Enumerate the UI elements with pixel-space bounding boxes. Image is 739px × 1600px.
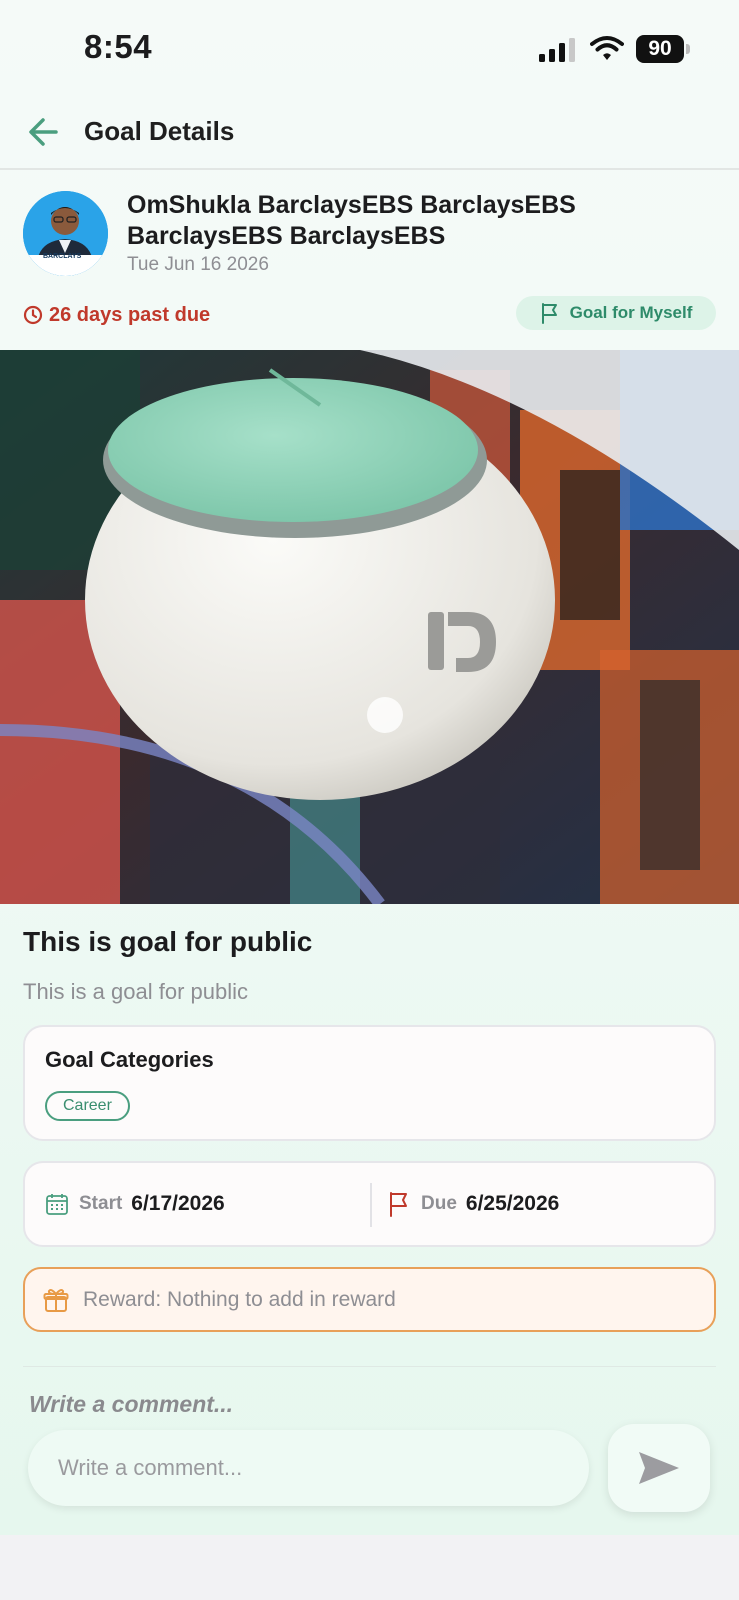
goal-type-badge: Goal for Myself	[516, 296, 716, 330]
past-due-label: 26 days past due	[49, 303, 211, 326]
avatar[interactable]: BARCLAYS	[23, 191, 108, 276]
send-comment-button[interactable]	[608, 1424, 710, 1512]
categories-title: Goal Categories	[45, 1047, 214, 1072]
app-header: Goal Details	[0, 100, 739, 170]
comment-input[interactable]	[28, 1430, 589, 1506]
category-chip-career: Career	[45, 1091, 130, 1121]
past-due-status: 26 days past due	[23, 300, 210, 330]
clock-icon	[23, 305, 43, 325]
start-label: Start	[79, 1193, 123, 1214]
due-date: Due 6/25/2026	[387, 1163, 559, 1245]
goal-title: This is goal for public	[23, 926, 313, 957]
start-date: Start 6/17/2026	[45, 1163, 225, 1245]
due-flag-icon	[390, 1192, 407, 1217]
dates-card: Start 6/17/2026 Due 6/25/2026	[23, 1161, 716, 1247]
gift-icon	[43, 1288, 69, 1312]
flag-icon	[541, 303, 557, 324]
due-label: Due	[421, 1193, 457, 1214]
goal-photo	[0, 350, 739, 904]
battery-icon: 90	[636, 35, 690, 63]
status-time: 8:54	[84, 28, 153, 65]
battery-level: 90	[636, 35, 684, 63]
author-date: Tue Jun 16 2026	[127, 254, 269, 275]
send-icon	[639, 1452, 679, 1484]
start-value: 6/17/2026	[131, 1192, 225, 1215]
author-name: OmShukla BarclaysEBS BarclaysEBS Barclay…	[127, 191, 576, 250]
reward-text: Reward: Nothing to add in reward	[83, 1287, 396, 1311]
goal-type-label: Goal for Myself	[569, 303, 693, 322]
reward-card: Reward: Nothing to add in reward	[23, 1267, 716, 1332]
date-divider	[370, 1183, 372, 1227]
due-value: 6/25/2026	[465, 1192, 560, 1215]
avatar-photo	[23, 191, 108, 276]
cellular-signal-icon	[539, 38, 575, 62]
goal-categories-card: Goal Categories Career	[23, 1025, 716, 1141]
goal-image[interactable]	[0, 350, 739, 904]
comments-divider	[23, 1366, 716, 1367]
calendar-icon	[46, 1194, 68, 1215]
goal-details-screen: 8:54 90 Goal Details BARCLAYS OmShukla B…	[0, 0, 739, 1535]
avatar-logo-text: BARCLAYS	[43, 253, 82, 260]
arrow-left-icon[interactable]	[24, 110, 68, 154]
goal-description: This is a goal for public	[23, 979, 248, 1004]
wifi-icon	[590, 36, 624, 60]
status-bar: 8:54 90	[0, 0, 739, 100]
page-title: Goal Details	[84, 116, 235, 146]
comment-heading: Write a comment...	[29, 1391, 234, 1417]
